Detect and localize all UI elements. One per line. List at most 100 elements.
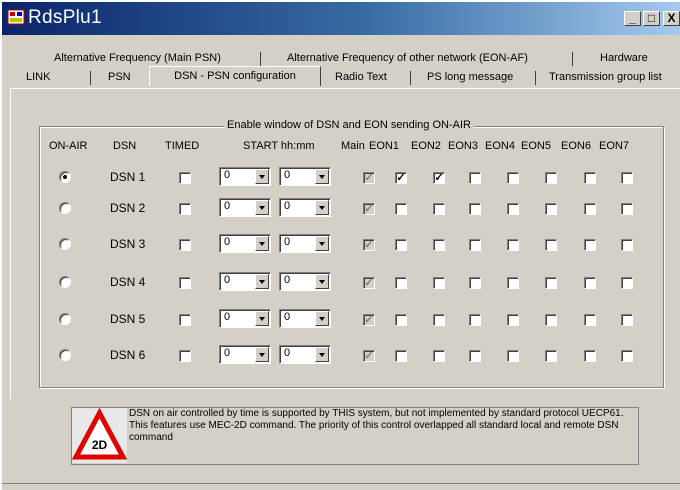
eon6-checkbox[interactable] xyxy=(584,239,596,251)
start-minute-combo[interactable]: 0 xyxy=(279,198,331,217)
timed-checkbox[interactable] xyxy=(179,203,191,215)
eon7-checkbox[interactable] xyxy=(621,203,633,215)
eon1-checkbox[interactable] xyxy=(395,277,407,289)
eon5-checkbox[interactable] xyxy=(545,172,557,184)
timed-checkbox[interactable] xyxy=(179,239,191,251)
eon7-checkbox[interactable] xyxy=(621,239,633,251)
eon6-checkbox[interactable] xyxy=(584,172,596,184)
dropdown-arrow-icon[interactable] xyxy=(255,169,269,184)
tab-radio-text[interactable]: Radio Text xyxy=(335,68,387,86)
dropdown-arrow-icon[interactable] xyxy=(255,200,269,215)
dropdown-arrow-icon[interactable] xyxy=(255,236,269,251)
eon6-checkbox[interactable] xyxy=(584,350,596,362)
eon3-checkbox[interactable] xyxy=(469,239,481,251)
eon6-checkbox[interactable] xyxy=(584,203,596,215)
timed-checkbox[interactable] xyxy=(179,350,191,362)
start-minute-value: 0 xyxy=(284,347,291,359)
eon7-checkbox[interactable] xyxy=(621,314,633,326)
start-hour-combo[interactable]: 0 xyxy=(219,198,271,217)
eon7-checkbox[interactable] xyxy=(621,172,633,184)
eon2-checkbox[interactable] xyxy=(433,203,445,215)
header-eon4: EON4 xyxy=(485,140,515,152)
header-start: START hh:mm xyxy=(243,140,315,152)
start-minute-combo[interactable]: 0 xyxy=(279,345,331,364)
eon5-checkbox[interactable] xyxy=(545,239,557,251)
start-hour-combo[interactable]: 0 xyxy=(219,345,271,364)
eon4-checkbox[interactable] xyxy=(507,277,519,289)
start-minute-combo[interactable]: 0 xyxy=(279,167,331,186)
main-window: RdsPlu1 _ □ X Alternative Frequency (Mai… xyxy=(0,0,680,490)
eon6-checkbox[interactable] xyxy=(584,314,596,326)
tab-alternative-frequency-main-psn[interactable]: Alternative Frequency (Main PSN) xyxy=(54,49,221,67)
tab-ps-long-message[interactable]: PS long message xyxy=(427,68,513,86)
start-minute-combo[interactable]: 0 xyxy=(279,272,331,291)
main-checkbox: ✓ xyxy=(363,314,375,326)
on-air-radio[interactable] xyxy=(59,276,71,288)
header-eon6: EON6 xyxy=(561,140,591,152)
on-air-radio[interactable] xyxy=(59,171,71,183)
tab-dsn-psn-configuration[interactable]: DSN - PSN configuration xyxy=(149,66,321,86)
eon4-checkbox[interactable] xyxy=(507,172,519,184)
eon1-checkbox[interactable] xyxy=(395,239,407,251)
on-air-radio[interactable] xyxy=(59,238,71,250)
dropdown-arrow-icon[interactable] xyxy=(315,169,329,184)
maximize-button[interactable]: □ xyxy=(643,11,660,26)
eon6-checkbox[interactable] xyxy=(584,277,596,289)
eon1-checkbox[interactable] xyxy=(395,203,407,215)
on-air-radio[interactable] xyxy=(59,349,71,361)
dropdown-arrow-icon[interactable] xyxy=(315,347,329,362)
eon5-checkbox[interactable] xyxy=(545,314,557,326)
eon5-checkbox[interactable] xyxy=(545,350,557,362)
tab-transmission-group-list[interactable]: Transmission group list xyxy=(549,68,662,86)
tab-psn[interactable]: PSN xyxy=(108,68,131,86)
timed-checkbox[interactable] xyxy=(179,277,191,289)
eon1-checkbox[interactable] xyxy=(395,314,407,326)
dropdown-arrow-icon[interactable] xyxy=(315,311,329,326)
tab-alternative-frequency-eon-af[interactable]: Alternative Frequency of other network (… xyxy=(287,49,528,67)
eon4-checkbox[interactable] xyxy=(507,314,519,326)
dropdown-arrow-icon[interactable] xyxy=(315,200,329,215)
dropdown-arrow-icon[interactable] xyxy=(315,236,329,251)
eon2-checkbox[interactable] xyxy=(433,350,445,362)
on-air-radio[interactable] xyxy=(59,202,71,214)
timed-checkbox[interactable] xyxy=(179,314,191,326)
eon2-checkbox[interactable] xyxy=(433,277,445,289)
dropdown-arrow-icon[interactable] xyxy=(315,274,329,289)
dropdown-arrow-icon[interactable] xyxy=(255,274,269,289)
eon4-checkbox[interactable] xyxy=(507,203,519,215)
start-minute-combo[interactable]: 0 xyxy=(279,309,331,328)
eon7-checkbox[interactable] xyxy=(621,277,633,289)
eon7-checkbox[interactable] xyxy=(621,350,633,362)
eon3-checkbox[interactable] xyxy=(469,314,481,326)
eon2-checkbox[interactable]: ✓ xyxy=(433,172,445,184)
start-hour-combo[interactable]: 0 xyxy=(219,272,271,291)
tab-link[interactable]: LINK xyxy=(26,68,50,86)
on-air-radio[interactable] xyxy=(59,313,71,325)
dropdown-arrow-icon[interactable] xyxy=(255,347,269,362)
start-minute-combo[interactable]: 0 xyxy=(279,234,331,253)
eon4-checkbox[interactable] xyxy=(507,350,519,362)
eon3-checkbox[interactable] xyxy=(469,277,481,289)
start-hour-combo[interactable]: 0 xyxy=(219,309,271,328)
start-minute-value: 0 xyxy=(284,274,291,286)
eon3-checkbox[interactable] xyxy=(469,350,481,362)
start-hour-combo[interactable]: 0 xyxy=(219,167,271,186)
eon2-checkbox[interactable] xyxy=(433,314,445,326)
tab-hardware[interactable]: Hardware xyxy=(600,49,648,67)
timed-checkbox[interactable] xyxy=(179,172,191,184)
eon5-checkbox[interactable] xyxy=(545,203,557,215)
eon1-checkbox[interactable]: ✓ xyxy=(395,172,407,184)
start-hour-combo[interactable]: 0 xyxy=(219,234,271,253)
title-bar[interactable]: RdsPlu1 _ □ X xyxy=(2,2,680,35)
eon5-checkbox[interactable] xyxy=(545,277,557,289)
header-eon7: EON7 xyxy=(599,140,629,152)
close-button[interactable]: X xyxy=(663,11,680,26)
eon3-checkbox[interactable] xyxy=(469,172,481,184)
header-main: Main xyxy=(341,140,365,152)
eon4-checkbox[interactable] xyxy=(507,239,519,251)
eon3-checkbox[interactable] xyxy=(469,203,481,215)
dropdown-arrow-icon[interactable] xyxy=(255,311,269,326)
eon1-checkbox[interactable] xyxy=(395,350,407,362)
minimize-button[interactable]: _ xyxy=(624,11,641,26)
eon2-checkbox[interactable] xyxy=(433,239,445,251)
